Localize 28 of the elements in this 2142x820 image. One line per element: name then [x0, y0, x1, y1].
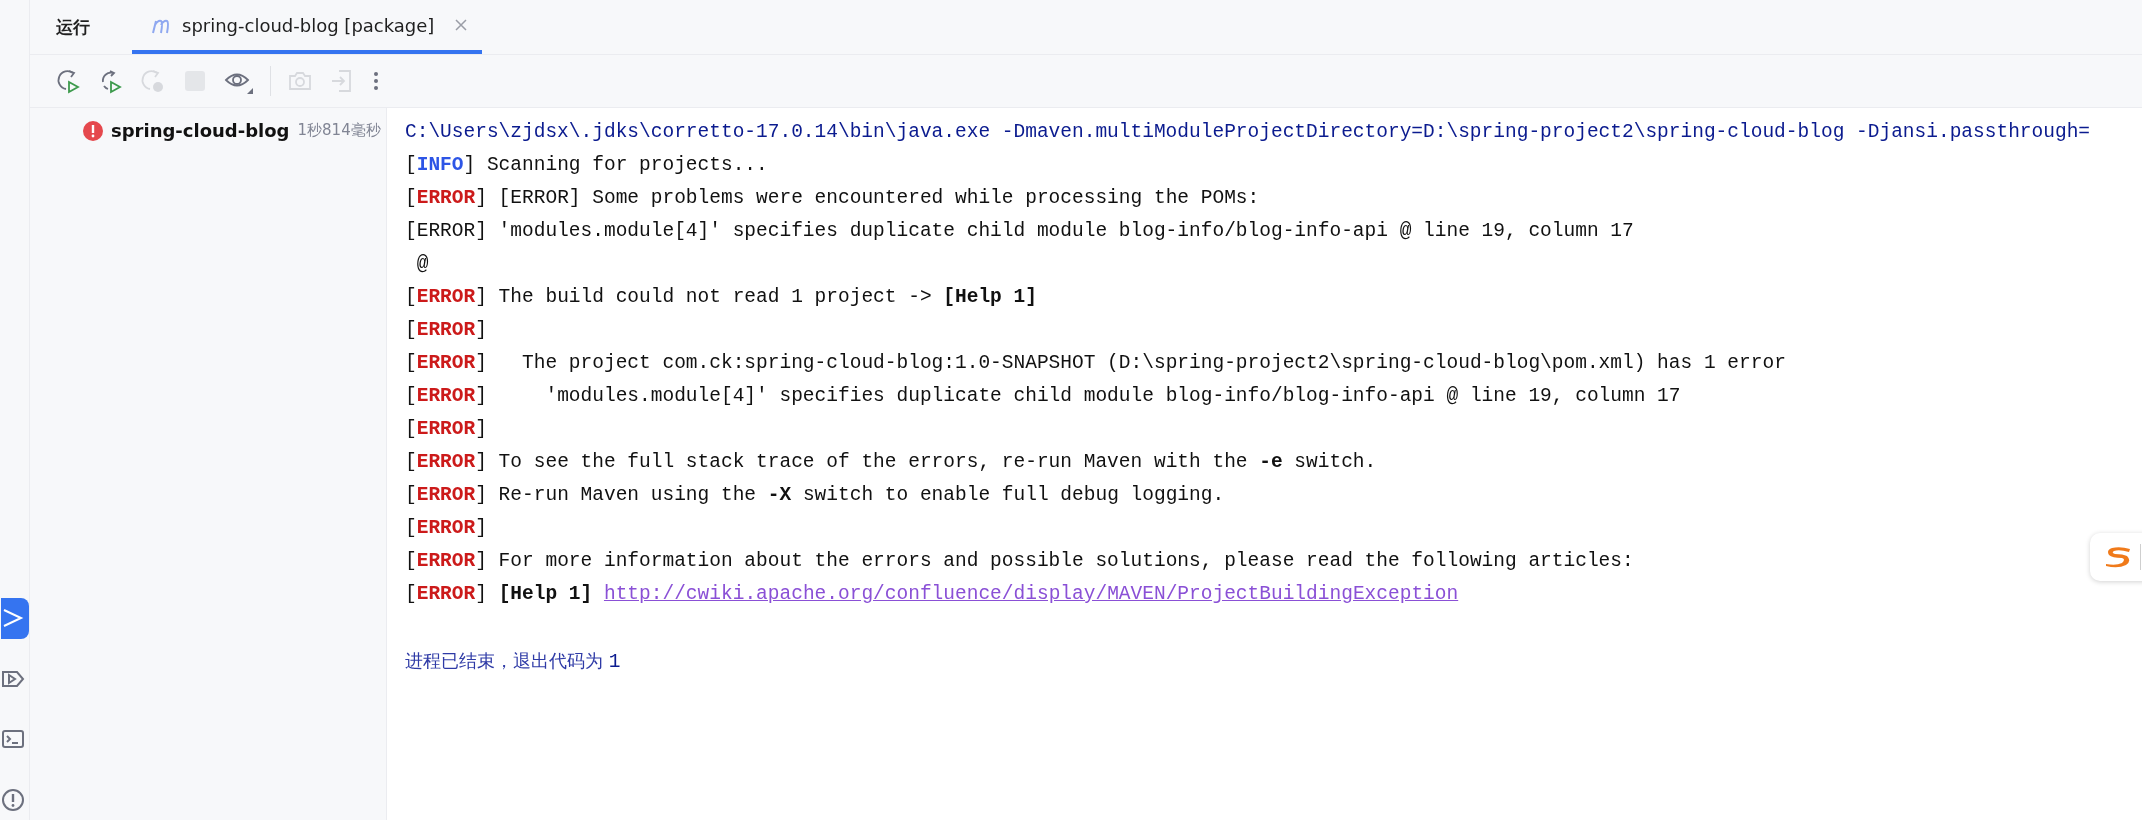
console-line: [INFO] Scanning for projects... — [405, 153, 768, 178]
console-line: [ERROR] — [405, 417, 487, 442]
run-tool-button[interactable] — [1, 598, 29, 639]
console-line: [ERROR] — [405, 318, 487, 343]
console-line: [ERROR] 'modules.module[4]' specifies duplicate child module blog-info/blog-info-api @ line 19, column 17 — [405, 219, 1634, 244]
warning-icon — [1, 787, 25, 812]
console-line: 进程已结束，退出代码为 1 — [405, 649, 621, 675]
console-line: [ERROR] 'modules.module[4]' specifies duplicate child module blog-info/blog-info-api @ line 19, column 17 — [405, 384, 1681, 409]
console-line: [ERROR] The build could not read 1 project -> [Help 1] — [405, 285, 1037, 310]
console-line: [ERROR] For more information about the errors and possible solutions, please read the following articles: — [405, 549, 1634, 574]
console-line: @ — [415, 252, 429, 277]
duration-label: 1秒814毫秒 — [297, 121, 381, 140]
run-tab[interactable]: spring-cloud-blog [package] — [132, 0, 483, 54]
console-line: [ERROR] — [405, 516, 487, 541]
console-line: [ERROR] Re-run Maven using the -X switch to enable full debug logging. — [405, 483, 1225, 508]
logo-icon — [2104, 546, 2132, 568]
console-line: [ERROR] To see the full stack trace of the errors, re-run Maven with the -e switch. — [405, 450, 1377, 475]
console-line: [ERROR] [ERROR] Some problems were encountered while processing the POMs: — [405, 186, 1260, 211]
console-line: C:\Users\zjdsx\.jdks\corretto-17.0.14\bin\java.exe -Dmaven.multiModuleProjectDirectory=D:\spring-project2\spring-cloud-blog -Djansi.passthrough= — [405, 120, 2091, 145]
error-icon — [83, 120, 103, 141]
rerun-icon[interactable] — [56, 68, 82, 94]
link[interactable]: http://cwiki.apache.org/confluence/display/MAVEN/ProjectBuildingException — [603, 583, 1459, 605]
ime-widget[interactable] — [2090, 533, 2142, 581]
console-line: [ERROR] [Help 1] http://cwiki.apache.org/confluence/display/MAVEN/ProjectBuildingException — [405, 582, 1459, 607]
close-icon[interactable] — [454, 18, 469, 32]
tool-window-title: 运行 — [56, 15, 90, 39]
console-line: [ERROR] The project com.ck:spring-cloud-blog:1.0-SNAPSHOT (D:\spring-project2\spring-cloud-blog\pom.xml) has 1 error — [405, 351, 1786, 376]
run-node-label[interactable]: spring-cloud-blog — [111, 120, 290, 141]
